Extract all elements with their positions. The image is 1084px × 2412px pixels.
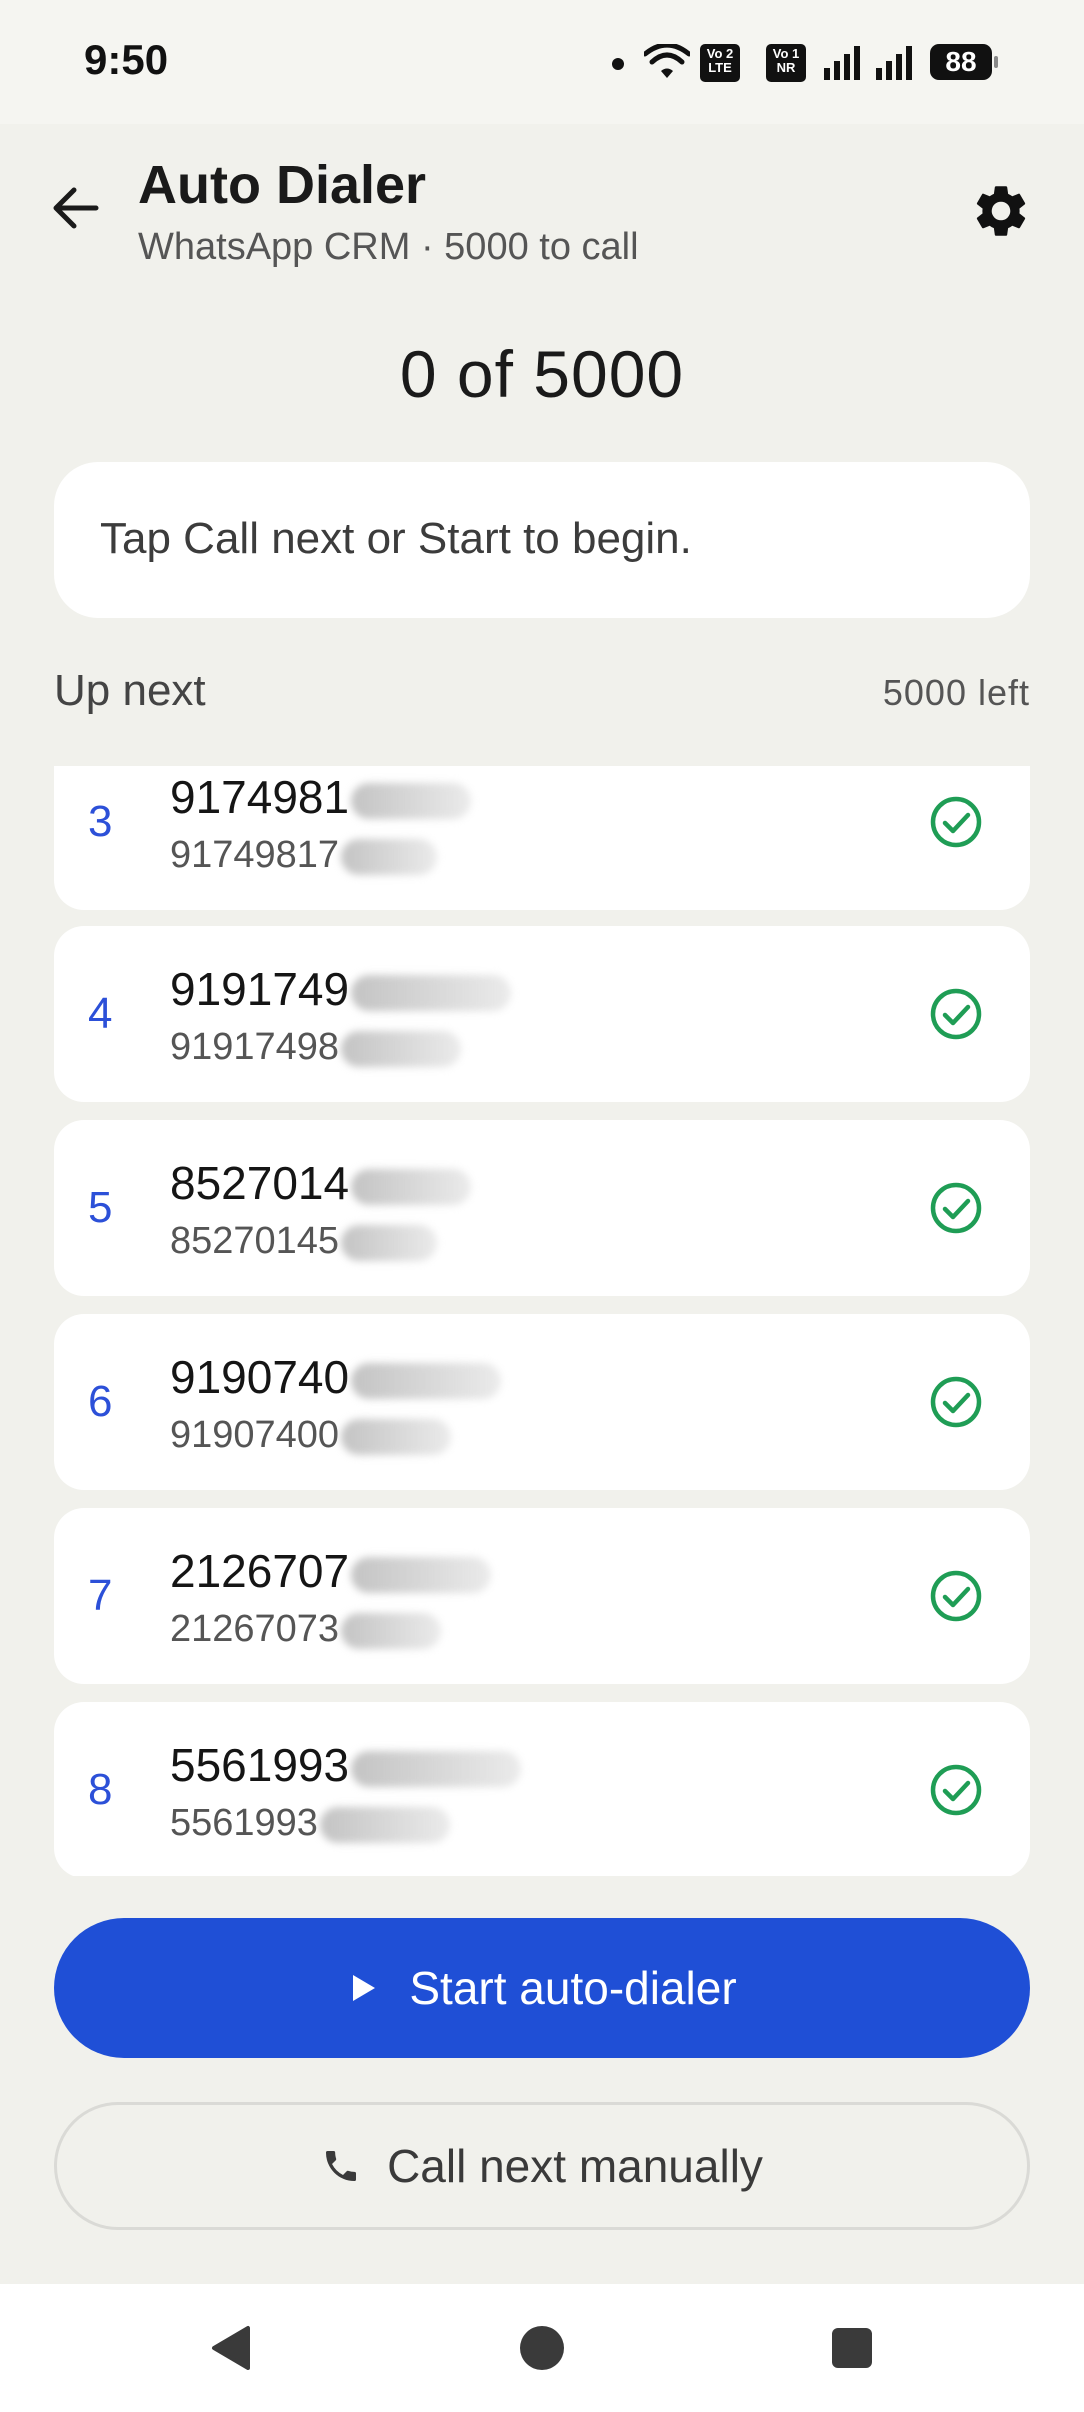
check-circle-icon <box>930 1570 982 1622</box>
hint-text: Tap Call next or Start to begin. <box>100 514 692 563</box>
item-name: 8527014 <box>170 1156 472 1210</box>
system-nav-bar <box>0 2284 1084 2412</box>
list-item[interactable]: 5 8527014 85270145 <box>54 1120 1030 1296</box>
check-circle-icon <box>930 796 982 848</box>
page: 9:50 Vo 2 LTE Vo 1 NR 88 Auto Dialer Wha… <box>0 0 1084 2412</box>
settings-button[interactable] <box>970 180 1032 242</box>
queue-list[interactable]: 3 9174981 91749817 4 9191749 91917498 5 … <box>54 766 1030 1876</box>
redacted-blur <box>351 1556 492 1593</box>
check-circle-icon <box>930 1764 982 1816</box>
wifi-icon <box>644 44 690 78</box>
back-button[interactable] <box>48 180 104 236</box>
square-recents-icon <box>832 2328 872 2368</box>
item-index: 4 <box>88 989 113 1038</box>
list-item[interactable]: 8 5561993 5561993 <box>54 1702 1030 1876</box>
redacted-blur <box>341 1030 462 1067</box>
volte-lte-icon: Vo 2 LTE <box>700 44 740 82</box>
item-number-text: 91917498 <box>170 1026 340 1068</box>
battery-tip <box>994 56 998 68</box>
phone-icon <box>326 2151 357 2181</box>
manual-button-label: Call next manually <box>387 2140 763 2192</box>
circle-home-icon <box>520 2326 564 2370</box>
item-index: 8 <box>88 1765 113 1814</box>
item-index: 6 <box>88 1377 113 1426</box>
redacted-blur <box>341 1418 452 1455</box>
item-index: 5 <box>88 1183 113 1232</box>
nav-back-button[interactable] <box>204 2320 260 2376</box>
page-title: Auto Dialer <box>138 155 427 215</box>
redacted-blur <box>341 1224 438 1261</box>
list-item[interactable]: 6 9190740 91907400 <box>54 1314 1030 1490</box>
item-number: 21267073 <box>170 1608 442 1651</box>
list-item[interactable]: 3 9174981 91749817 <box>54 766 1030 910</box>
redacted-blur <box>351 782 472 819</box>
item-index: 7 <box>88 1571 113 1620</box>
item-name: 2126707 <box>170 1544 492 1598</box>
volte-nr-icon: Vo 1 NR <box>766 44 806 82</box>
volte1-top: Vo 2 <box>706 46 734 61</box>
volte2-bottom: NR <box>776 60 796 75</box>
item-number: 91907400 <box>170 1414 452 1457</box>
item-name-text: 8527014 <box>170 1157 350 1209</box>
arrow-left-icon <box>53 187 99 229</box>
item-name: 5561993 <box>170 1738 522 1792</box>
item-number-text: 91749817 <box>170 834 340 876</box>
redacted-blur <box>341 838 438 875</box>
page-subtitle: WhatsApp CRM · 5000 to call <box>138 226 639 268</box>
check-circle-icon <box>930 1182 982 1234</box>
notification-dot-icon <box>612 58 624 70</box>
item-name: 9190740 <box>170 1350 502 1404</box>
item-number: 5561993 <box>170 1802 450 1845</box>
item-name-text: 9174981 <box>170 771 350 823</box>
check-circle-icon <box>930 1376 982 1428</box>
item-name: 9174981 <box>170 770 472 824</box>
signal-1-icon <box>824 46 860 80</box>
start-auto-dialer-button[interactable]: Start auto-dialer <box>54 1918 1030 2058</box>
gear-icon <box>976 186 1026 236</box>
nav-recents-button[interactable] <box>824 2320 880 2376</box>
triangle-back-icon <box>212 2326 250 2370</box>
item-number: 91917498 <box>170 1026 462 1069</box>
remaining-count: 5000 left <box>882 672 1030 713</box>
hint-card: Tap Call next or Start to begin. <box>54 462 1030 618</box>
status-bar: 9:50 Vo 2 LTE Vo 1 NR 88 <box>0 0 1084 124</box>
item-number-text: 91907400 <box>170 1414 340 1456</box>
redacted-blur <box>319 1806 450 1843</box>
item-name-text: 5561993 <box>170 1739 350 1791</box>
item-name-text: 9191749 <box>170 963 350 1015</box>
item-number-text: 21267073 <box>170 1608 340 1650</box>
play-icon <box>353 1975 376 2001</box>
start-button-label: Start auto-dialer <box>409 1962 737 2014</box>
item-number: 85270145 <box>170 1220 438 1263</box>
redacted-blur <box>351 1168 472 1205</box>
up-next-label: Up next <box>54 666 206 715</box>
battery-icon: 88 <box>930 44 992 80</box>
item-name: 9191749 <box>170 962 512 1016</box>
nav-home-button[interactable] <box>514 2320 570 2376</box>
redacted-blur <box>351 1362 502 1399</box>
status-time: 9:50 <box>84 36 169 83</box>
signal-2-icon <box>876 46 912 80</box>
redacted-blur <box>351 1750 522 1787</box>
volte1-bottom: LTE <box>708 60 732 75</box>
item-index: 3 <box>88 797 113 846</box>
list-item[interactable]: 4 9191749 91917498 <box>54 926 1030 1102</box>
item-name-text: 2126707 <box>170 1545 350 1597</box>
item-number-text: 5561993 <box>170 1802 318 1844</box>
progress-counter: 0 of 5000 <box>399 337 685 411</box>
item-name-text: 9190740 <box>170 1351 350 1403</box>
check-circle-icon <box>930 988 982 1040</box>
redacted-blur <box>341 1612 442 1649</box>
item-number-text: 85270145 <box>170 1220 340 1262</box>
redacted-blur <box>351 974 512 1011</box>
list-item[interactable]: 7 2126707 21267073 <box>54 1508 1030 1684</box>
volte2-top: Vo 1 <box>772 46 800 61</box>
call-next-manually-button[interactable]: Call next manually <box>54 2102 1030 2230</box>
item-number: 91749817 <box>170 834 438 877</box>
